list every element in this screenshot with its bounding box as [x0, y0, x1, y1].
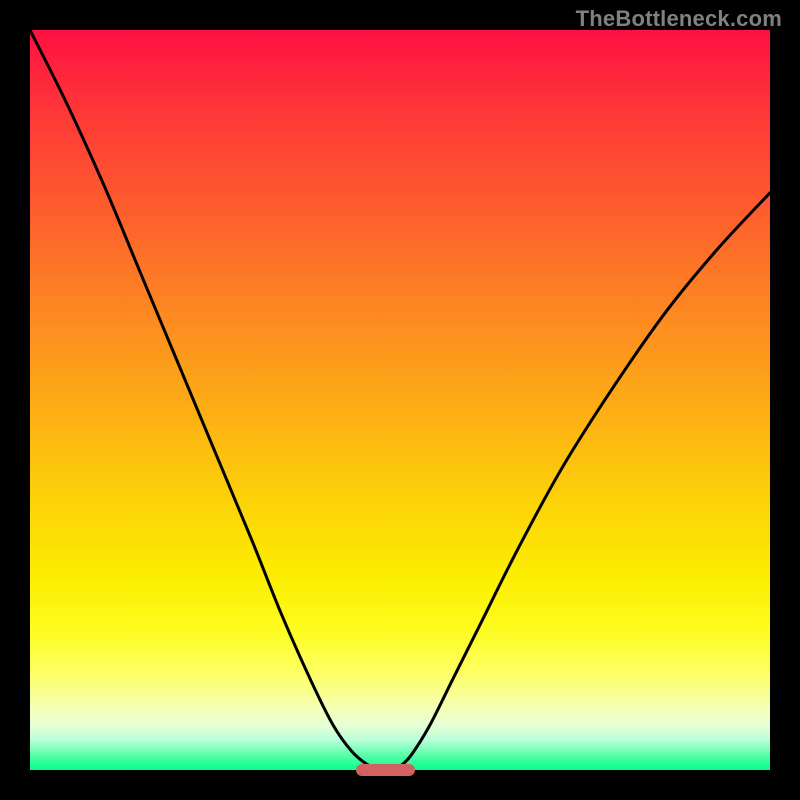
curve-right-branch [389, 193, 770, 770]
optimal-marker [356, 764, 415, 776]
curve-left-branch [30, 30, 389, 770]
chart-frame: TheBottleneck.com [0, 0, 800, 800]
plot-area [30, 30, 770, 770]
watermark-text: TheBottleneck.com [576, 6, 782, 32]
bottleneck-curve [30, 30, 770, 770]
